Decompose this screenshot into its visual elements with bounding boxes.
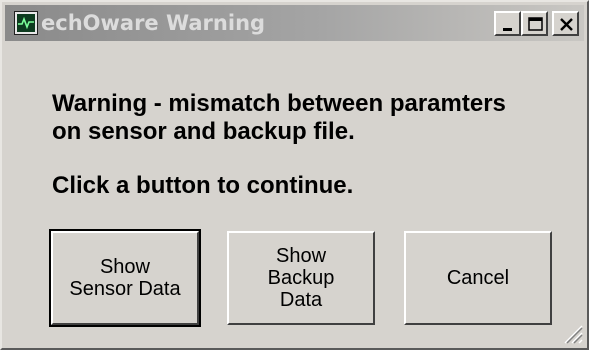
close-button[interactable] — [552, 11, 579, 36]
show-sensor-data-button[interactable]: Show Sensor Data — [49, 229, 201, 327]
warning-message-line2: on sensor and backup file. — [52, 118, 355, 145]
window-title: echOware Warning — [41, 11, 266, 35]
resize-grip-icon[interactable] — [561, 322, 583, 344]
warning-dialog: echOware Warning Warning - mismatch betw… — [0, 0, 589, 350]
waveform-app-icon[interactable] — [14, 11, 38, 35]
close-icon — [560, 18, 573, 31]
show-backup-data-button[interactable]: Show Backup Data — [227, 231, 375, 325]
maximize-icon — [528, 17, 543, 31]
cancel-button[interactable]: Cancel — [404, 231, 552, 325]
title-bar[interactable]: echOware Warning — [5, 5, 584, 41]
minimize-button[interactable] — [494, 11, 521, 36]
instruction-text: Click a button to continue. — [52, 172, 354, 199]
minimize-icon — [503, 28, 512, 31]
maximize-button[interactable] — [521, 11, 548, 36]
warning-message-line1: Warning - mismatch between paramters — [52, 90, 506, 117]
